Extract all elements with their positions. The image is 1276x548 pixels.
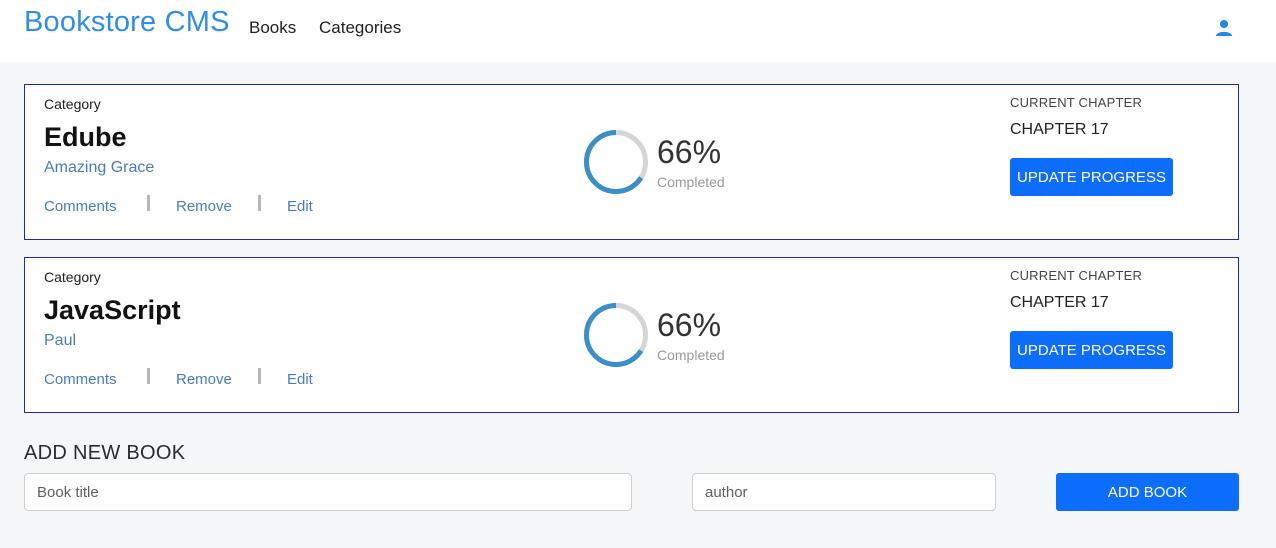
brand-logo[interactable]: Bookstore CMS — [24, 6, 230, 39]
update-progress-button[interactable]: UPDATE PROGRESS — [1010, 158, 1173, 196]
book-title: Edube — [44, 122, 127, 152]
action-divider — [258, 368, 261, 384]
book-title-input[interactable] — [24, 473, 632, 511]
book-title: JavaScript — [44, 295, 181, 325]
book-card: Category JavaScript Paul Comments Remove… — [24, 257, 1239, 413]
current-chapter-label: CURRENT CHAPTER — [1010, 268, 1143, 283]
progress-percent: 66% — [657, 307, 722, 343]
user-icon[interactable] — [1215, 19, 1233, 37]
edit-button[interactable]: Edit — [287, 371, 313, 388]
add-book-button[interactable]: ADD BOOK — [1056, 473, 1239, 511]
action-divider — [147, 195, 150, 211]
update-progress-button[interactable]: UPDATE PROGRESS — [1010, 331, 1173, 369]
completed-label: Completed — [657, 174, 725, 190]
book-category: Category — [44, 96, 101, 112]
completed-label: Completed — [657, 347, 725, 363]
action-divider — [258, 195, 261, 211]
nav-categories-link[interactable]: Categories — [319, 18, 401, 38]
action-divider — [147, 368, 150, 384]
navbar: Bookstore CMS Books Categories — [0, 0, 1276, 62]
book-author: Amazing Grace — [44, 159, 155, 176]
comments-button[interactable]: Comments — [44, 198, 117, 215]
remove-button[interactable]: Remove — [176, 371, 232, 388]
progress-percent: 66% — [657, 134, 722, 170]
book-category: Category — [44, 269, 101, 285]
progress-ring — [584, 303, 648, 367]
nav-books-link[interactable]: Books — [249, 18, 296, 38]
current-chapter-value: CHAPTER 17 — [1010, 294, 1109, 311]
author-input[interactable] — [692, 473, 996, 511]
remove-button[interactable]: Remove — [176, 198, 232, 215]
current-chapter-label: CURRENT CHAPTER — [1010, 95, 1143, 110]
comments-button[interactable]: Comments — [44, 371, 117, 388]
book-card: Category Edube Amazing Grace Comments Re… — [24, 84, 1239, 240]
book-author: Paul — [44, 332, 77, 349]
current-chapter-value: CHAPTER 17 — [1010, 121, 1109, 138]
progress-ring — [584, 130, 648, 194]
add-book-heading: ADD NEW BOOK — [24, 442, 186, 464]
edit-button[interactable]: Edit — [287, 198, 313, 215]
